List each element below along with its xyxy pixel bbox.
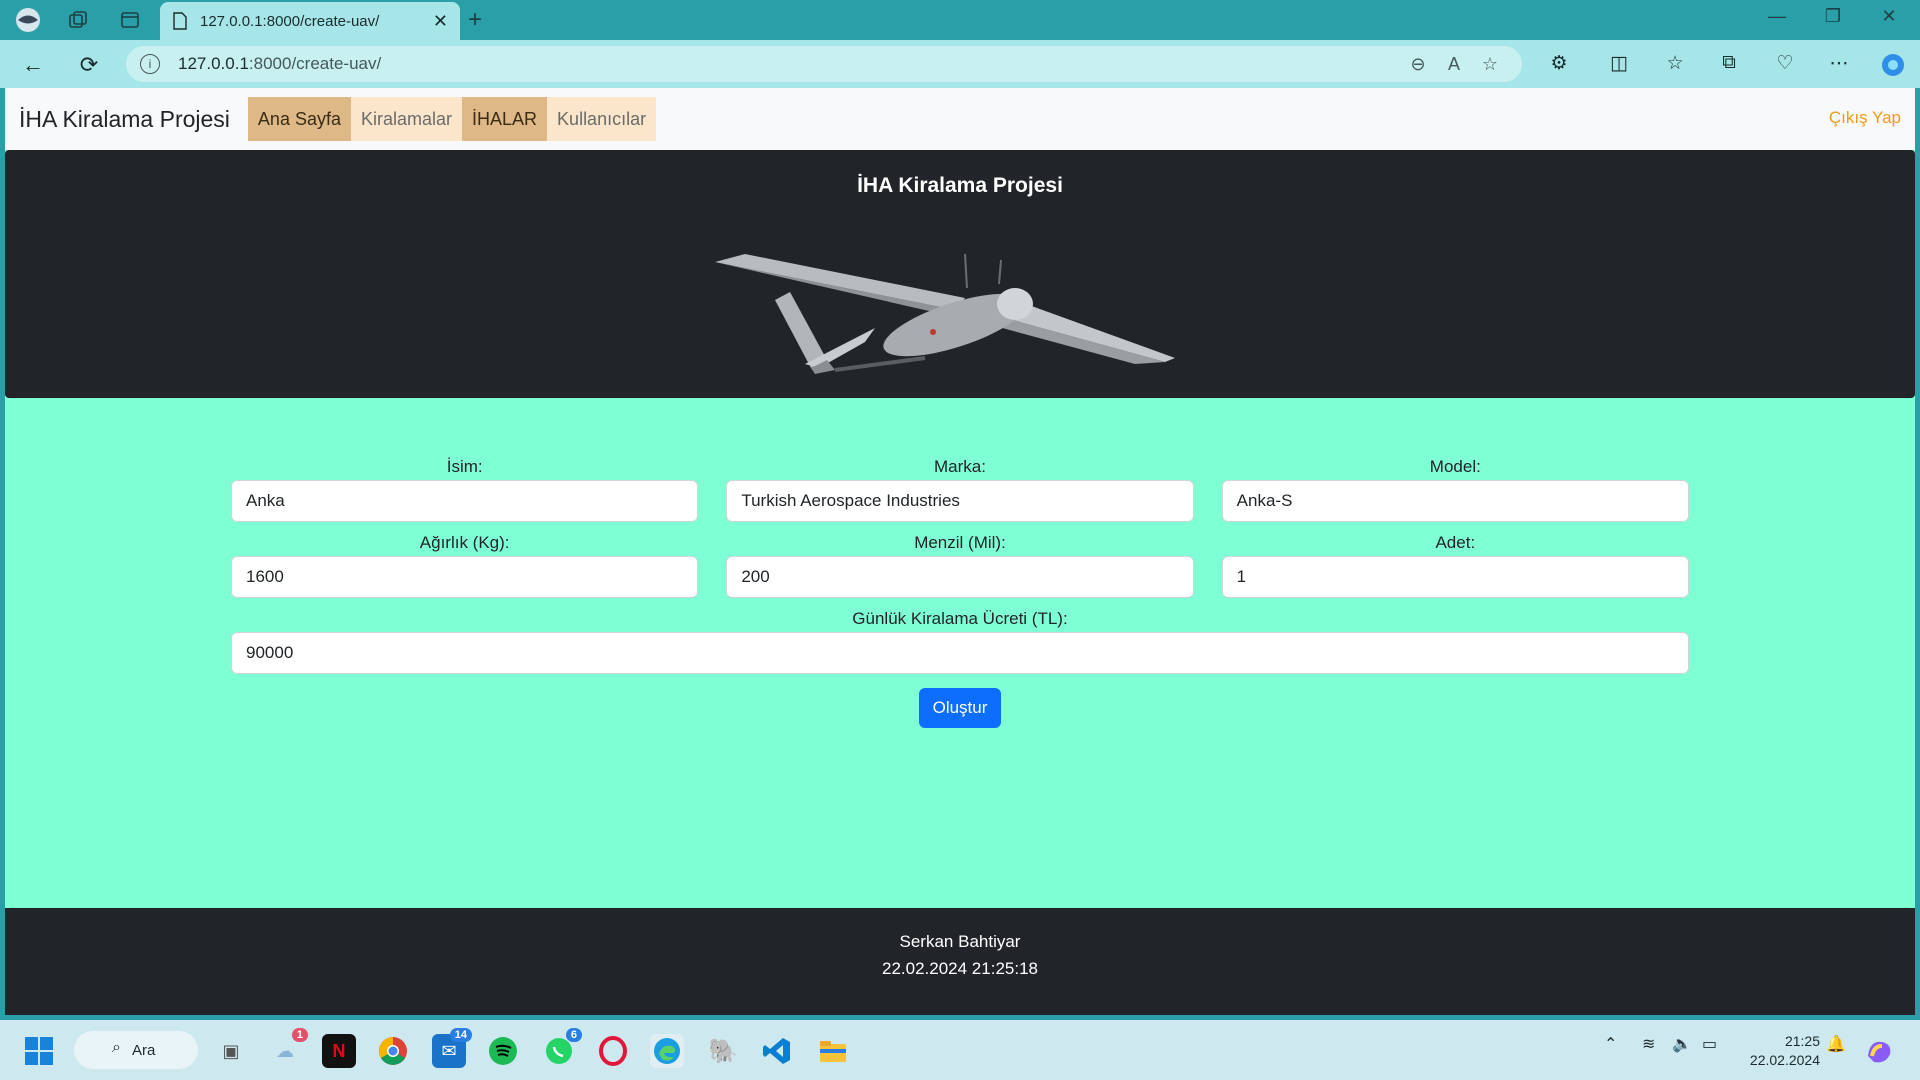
range-label: Menzil (Mil): [914, 533, 1006, 552]
nav-links: Ana Sayfa Kiralamalar İHALAR Kullanıcıla… [247, 97, 657, 141]
nav-link-uavs[interactable]: İHALAR [462, 97, 548, 141]
profile-icon[interactable] [14, 6, 42, 34]
logout-link[interactable]: Çıkış Yap [1829, 108, 1901, 128]
split-screen-icon[interactable]: ◫ [1602, 52, 1636, 75]
browser-titlebar: 127.0.0.1:8000/create-uav/ ✕ + — ❐ ✕ [0, 0, 1920, 40]
wifi-icon[interactable]: ≋ [1642, 1034, 1655, 1054]
model-input[interactable]: Anka-S [1221, 480, 1689, 522]
form-row: Günlük Kiralama Ücreti (TL): 90000 [231, 606, 1689, 674]
name-field-group: İsim: Anka [231, 454, 699, 522]
favorites-icon[interactable]: ☆ [1658, 52, 1692, 75]
price-field-group: Günlük Kiralama Ücreti (TL): 90000 [231, 606, 1689, 674]
whatsapp-badge: 6 [565, 1028, 582, 1042]
taskbar-search[interactable]: ⌕ Ara [74, 1031, 198, 1069]
count-field-group: Adet: 1 [1221, 530, 1689, 598]
site-footer: Serkan Bahtiyar 22.02.2024 21:25:18 [5, 908, 1915, 1015]
back-button[interactable]: ← [18, 50, 48, 80]
model-field-group: Model: Anka-S [1221, 454, 1689, 522]
uav-image [715, 253, 1175, 374]
price-input[interactable]: 90000 [231, 632, 1689, 674]
edge-icon[interactable] [650, 1034, 684, 1068]
vscode-icon[interactable] [760, 1034, 794, 1068]
mail-badge: 14 [449, 1028, 472, 1042]
form-row: İsim: Anka Marka: Turkish Aerospace Indu… [231, 454, 1689, 522]
close-tab-icon[interactable]: ✕ [433, 11, 448, 32]
brand-label: Marka: [934, 457, 986, 476]
form-row: Ağırlık (Kg): 1600 Menzil (Mil): 200 Ade… [231, 530, 1689, 598]
windows-taskbar: ⌕ Ara ▣ ☁ 1 N ✉ 14 6 🐘 ⌃ ≋ 🔈 ▭ 21:25 22.02… [0, 1020, 1920, 1080]
footer-author: Serkan Bahtiyar [899, 932, 1021, 951]
weather-icon[interactable]: ☁ 1 [268, 1028, 308, 1068]
hero-banner: İHA Kiralama Projesi [5, 150, 1915, 398]
create-uav-form: İsim: Anka Marka: Turkish Aerospace Indu… [231, 454, 1689, 728]
range-input[interactable]: 200 [726, 556, 1194, 598]
footer-datetime: 22.02.2024 21:25:18 [882, 959, 1038, 978]
nav-link-rentals[interactable]: Kiralamalar [350, 97, 463, 141]
site-info-icon[interactable]: i [140, 54, 160, 74]
search-label: Ara [132, 1041, 156, 1059]
workspaces-icon[interactable] [64, 6, 92, 34]
netflix-icon[interactable]: N [322, 1034, 356, 1068]
restore-button[interactable]: ❐ [1810, 6, 1856, 27]
performance-icon[interactable]: ♡ [1768, 52, 1802, 75]
url-text: 127.0.0.1:8000/create-uav/ [178, 54, 382, 73]
extensions-icon[interactable]: ⚙ [1542, 52, 1576, 75]
clock-date: 22.02.2024 [1749, 1052, 1820, 1068]
range-field-group: Menzil (Mil): 200 [726, 530, 1194, 598]
volume-icon[interactable]: 🔈 [1672, 1034, 1692, 1054]
name-label: İsim: [446, 457, 483, 476]
chrome-icon[interactable] [376, 1034, 410, 1068]
new-tab-button[interactable]: + [468, 6, 482, 34]
site-navbar: İHA Kiralama Projesi Ana Sayfa Kiralamal… [5, 88, 1915, 150]
name-input[interactable]: Anka [231, 480, 699, 522]
close-window-button[interactable]: ✕ [1866, 6, 1912, 27]
weight-label: Ağırlık (Kg): [419, 533, 510, 552]
weight-field-group: Ağırlık (Kg): 1600 [231, 530, 699, 598]
weather-badge: 1 [291, 1028, 308, 1042]
taskbar-clock[interactable]: 21:25 22.02.2024 [1750, 1032, 1820, 1070]
price-label: Günlük Kiralama Ücreti (TL): [852, 609, 1068, 628]
reload-button[interactable]: ⟳ [74, 50, 104, 80]
web-page: İHA Kiralama Projesi Ana Sayfa Kiralamal… [5, 88, 1915, 1015]
count-input[interactable]: 1 [1221, 556, 1689, 598]
zoom-icon[interactable]: ⊖ [1400, 54, 1436, 75]
browser-toolbar: ← ⟳ i 127.0.0.1:8000/create-uav/ ⊖ A ☆ ⚙… [0, 40, 1920, 88]
spotify-icon[interactable] [486, 1034, 520, 1068]
minimize-button[interactable]: — [1754, 6, 1800, 27]
mail-icon[interactable]: ✉ 14 [432, 1028, 472, 1068]
copilot-taskbar-icon[interactable] [1862, 1034, 1896, 1068]
create-button[interactable]: Oluştur [918, 688, 1002, 728]
page-icon [173, 12, 187, 30]
battery-icon[interactable]: ▭ [1702, 1034, 1717, 1054]
tray-overflow-icon[interactable]: ⌃ [1604, 1034, 1617, 1054]
start-button[interactable] [22, 1034, 56, 1068]
site-brand[interactable]: İHA Kiralama Projesi [19, 106, 230, 133]
opera-icon[interactable] [596, 1034, 630, 1068]
nav-link-users[interactable]: Kullanıcılar [547, 97, 657, 141]
tab-actions-icon[interactable] [116, 6, 144, 34]
copilot-icon[interactable] [1876, 52, 1910, 84]
collections-icon[interactable]: ⧉ [1712, 52, 1746, 74]
read-aloud-icon[interactable]: A [1436, 54, 1472, 75]
postgresql-icon[interactable]: 🐘 [706, 1034, 740, 1068]
clock-time: 21:25 [1784, 1033, 1820, 1049]
active-tab[interactable]: 127.0.0.1:8000/create-uav/ ✕ [160, 2, 460, 40]
whatsapp-icon[interactable]: 6 [542, 1028, 582, 1068]
file-explorer-icon[interactable] [816, 1034, 850, 1068]
nav-link-home[interactable]: Ana Sayfa [247, 97, 351, 141]
model-label: Model: [1429, 457, 1481, 476]
address-bar[interactable]: i 127.0.0.1:8000/create-uav/ ⊖ A ☆ [126, 46, 1522, 82]
more-menu-icon[interactable]: ⋯ [1822, 52, 1856, 75]
tab-title: 127.0.0.1:8000/create-uav/ [200, 12, 380, 30]
hero-title: İHA Kiralama Projesi [857, 174, 1063, 197]
count-label: Adet: [1435, 533, 1476, 552]
search-icon: ⌕ [112, 1039, 121, 1056]
brand-field-group: Marka: Turkish Aerospace Industries [726, 454, 1194, 522]
favorite-star-icon[interactable]: ☆ [1472, 54, 1508, 75]
notification-bell-icon[interactable]: 🔔 [1826, 1034, 1846, 1054]
task-view-icon[interactable]: ▣ [214, 1034, 248, 1068]
brand-input[interactable]: Turkish Aerospace Industries [726, 480, 1194, 522]
weight-input[interactable]: 1600 [231, 556, 699, 598]
